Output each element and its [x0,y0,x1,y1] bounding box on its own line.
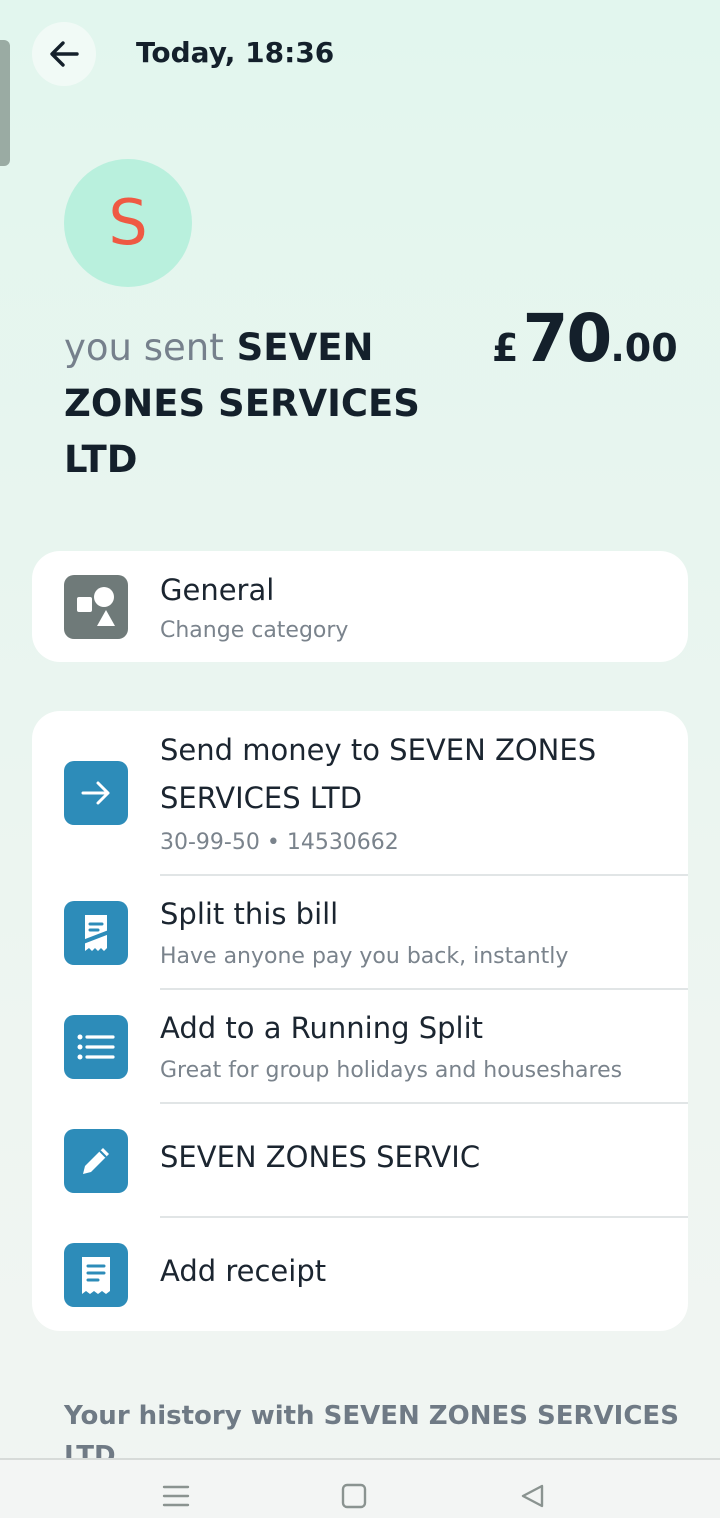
header: Today, 18:36 [0,0,720,110]
send-money-title-line2: SERVICES LTD [160,781,363,815]
shapes-icon [77,587,115,626]
receipt-icon-box [64,1243,128,1307]
add-receipt-row[interactable]: Add receipt [32,1217,688,1331]
account-details: 30-99-50 • 14530662 [160,830,399,855]
split-icon-box [64,901,128,965]
back-nav-button[interactable] [512,1476,552,1516]
currency-symbol: £ [492,326,519,370]
amount-major: 70 [522,300,612,377]
running-split-title: Add to a Running Split [160,1011,484,1045]
split-bill-icon [82,915,110,951]
square-icon [341,1483,367,1509]
avatar-letter: S [108,186,148,259]
split-bill-row[interactable]: Split this bill Have anyone pay you back… [32,875,688,990]
running-split-subtitle: Great for group holidays and houseshares [160,1058,623,1083]
transaction-title: you sent SEVEN ZONES SERVICES LTD [64,320,424,488]
amount-minor: .00 [610,326,678,370]
home-button[interactable] [334,1476,374,1516]
category-card[interactable]: General Change category [32,551,688,662]
system-navbar [0,1458,720,1518]
avatar: S [64,159,192,287]
sent-prefix: you sent [64,326,224,369]
menu-button[interactable] [156,1476,196,1516]
split-bill-subtitle: Have anyone pay you back, instantly [160,944,569,969]
transaction-amount: £ 70 .00 [492,300,678,377]
list-icon-box [64,1015,128,1079]
category-title: General [160,573,275,607]
split-bill-title: Split this bill [160,897,339,931]
pencil-icon [83,1148,109,1174]
send-icon-box [64,761,128,825]
send-money-row[interactable]: Send money to SEVEN ZONES SERVICES LTD 3… [32,711,688,876]
triangle-back-icon [521,1484,544,1508]
actions-card: Send money to SEVEN ZONES SERVICES LTD 3… [32,711,688,1331]
category-subtitle[interactable]: Change category [160,618,348,643]
back-button[interactable] [32,22,96,86]
add-receipt-title: Add receipt [160,1254,327,1288]
arrow-right-icon [81,781,110,805]
running-split-row[interactable]: Add to a Running Split Great for group h… [32,989,688,1104]
send-money-title-line1: Send money to SEVEN ZONES [160,733,597,767]
transaction-time: Today, 18:36 [136,36,335,69]
category-icon-box [64,575,128,639]
edit-name-row[interactable]: SEVEN ZONES SERVIC [32,1103,688,1218]
menu-icon [162,1485,190,1507]
receipt-icon [82,1257,110,1294]
list-icon [77,1034,115,1060]
edit-icon-box [64,1129,128,1193]
arrow-left-icon [50,41,79,67]
merchant-name-title: SEVEN ZONES SERVIC [160,1140,481,1174]
